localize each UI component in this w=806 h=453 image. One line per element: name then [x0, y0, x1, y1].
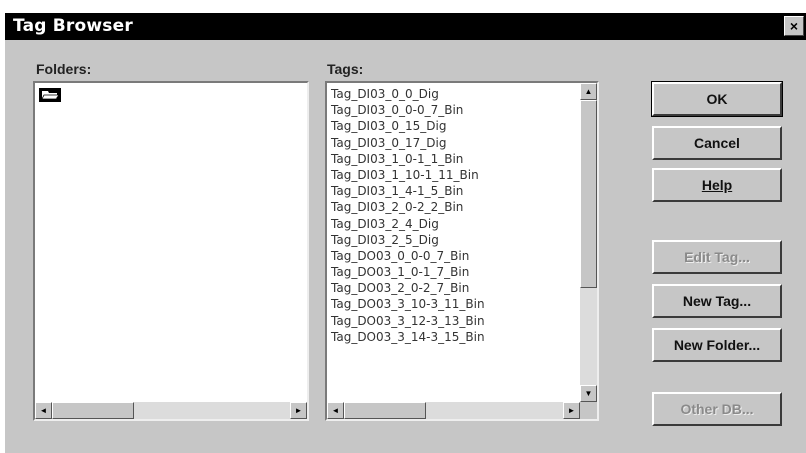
tag-list-item[interactable]: Tag_DI03_0_15_Dig [331, 118, 485, 134]
scroll-up-button[interactable]: ▲ [580, 83, 597, 100]
ok-button[interactable]: OK [651, 81, 783, 117]
tag-list-item[interactable]: Tag_DO03_3_12-3_13_Bin [331, 313, 485, 329]
scroll-left-button[interactable]: ◄ [327, 402, 344, 419]
tag-list-item[interactable]: Tag_DI03_0_0-0_7_Bin [331, 102, 485, 118]
close-button[interactable]: × [784, 16, 804, 36]
scroll-thumb[interactable] [344, 402, 426, 419]
tag-list-item[interactable]: Tag_DI03_2_0-2_2_Bin [331, 199, 485, 215]
tag-list-item[interactable]: Tag_DI03_2_4_Dig [331, 216, 485, 232]
folders-label: Folders: [36, 61, 92, 77]
tag-list-item[interactable]: Tag_DO03_3_14-3_15_Bin [331, 329, 485, 345]
tag-items: Tag_DI03_0_0_Dig Tag_DI03_0_0-0_7_Bin Tag_… [331, 86, 485, 345]
tag-list-item[interactable]: Tag_DI03_1_10-1_11_Bin [331, 167, 485, 183]
other-db-button[interactable]: Other DB... [652, 392, 782, 426]
folders-hscrollbar[interactable]: ◄ ► [35, 402, 307, 419]
tag-list-item[interactable]: Tag_DO03_3_10-3_11_Bin [331, 296, 485, 312]
tags-label: Tags: [327, 61, 364, 77]
scroll-thumb[interactable] [52, 402, 134, 419]
open-folder-icon[interactable] [39, 88, 61, 102]
tag-browser-dialog: Tag Browser × Folders: ◄ ► Tags: Tag_DI0… [5, 13, 806, 453]
window-title: Tag Browser [13, 16, 133, 36]
tags-vscrollbar[interactable]: ▲ ▼ [580, 83, 597, 402]
tag-list-item[interactable]: Tag_DI03_0_17_Dig [331, 135, 485, 151]
new-tag-button[interactable]: New Tag... [652, 284, 782, 318]
tags-hscrollbar[interactable]: ◄ ► [327, 402, 580, 419]
tag-list-item[interactable]: Tag_DO03_2_0-2_7_Bin [331, 280, 485, 296]
tag-list-item[interactable]: Tag_DI03_1_4-1_5_Bin [331, 183, 485, 199]
help-button[interactable]: Help [652, 168, 782, 202]
folders-tree[interactable]: ◄ ► [33, 81, 309, 421]
scroll-right-button[interactable]: ► [290, 402, 307, 419]
tag-list-item[interactable]: Tag_DI03_1_0-1_1_Bin [331, 151, 485, 167]
edit-tag-button[interactable]: Edit Tag... [652, 240, 782, 274]
tag-list-item[interactable]: Tag_DO03_0_0-0_7_Bin [331, 248, 485, 264]
tag-list-item[interactable]: Tag_DO03_1_0-1_7_Bin [331, 264, 485, 280]
new-folder-button[interactable]: New Folder... [652, 328, 782, 362]
scroll-down-button[interactable]: ▼ [580, 385, 597, 402]
cancel-button[interactable]: Cancel [652, 126, 782, 160]
scroll-left-button[interactable]: ◄ [35, 402, 52, 419]
tags-list[interactable]: Tag_DI03_0_0_Dig Tag_DI03_0_0-0_7_Bin Tag_… [325, 81, 599, 421]
title-bar[interactable]: Tag Browser × [5, 13, 806, 40]
scroll-right-button[interactable]: ► [563, 402, 580, 419]
tag-list-item[interactable]: Tag_DI03_0_0_Dig [331, 86, 485, 102]
scroll-corner [580, 402, 597, 419]
tag-list-item[interactable]: Tag_DI03_2_5_Dig [331, 232, 485, 248]
scroll-thumb[interactable] [580, 100, 597, 288]
